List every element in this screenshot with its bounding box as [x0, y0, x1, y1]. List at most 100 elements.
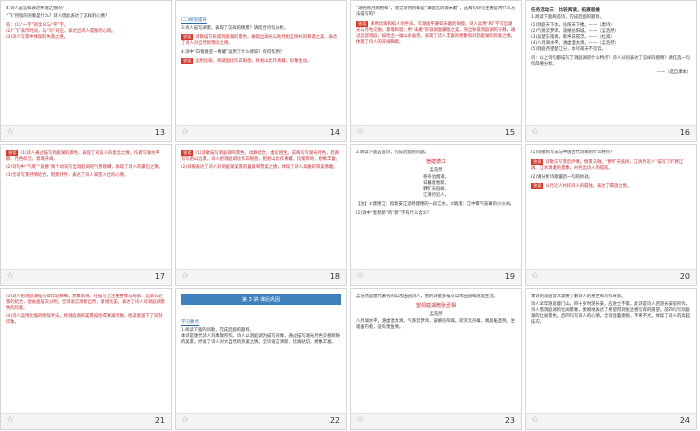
- slide-thumbnail-13[interactable]: 4.诗人是怎样表达失落之感的？ “飞”所指的对象是什么？诗人借此表达了怎样的心情…: [0, 0, 172, 142]
- slide-content: “湖光秋月两相和”，而全诗用的却是“潭面无风镜未磨”，这两句诗句主要是用什么方法…: [356, 6, 516, 123]
- slide-thumbnail-21[interactable]: (3)诗人把洞庭湖描写得比较精细，想象新奇。在描写上注重整体与局部、远景与近景的…: [0, 288, 172, 430]
- question-text: “湖光秋月两相和”，而全诗用的却是“潭面无风镜未磨”，这两句诗句主要是用什么方法…: [356, 6, 516, 18]
- slide-footer: ☆ 17: [1, 269, 171, 285]
- slide-number: 20: [679, 272, 690, 281]
- slide-footer: ☆ 16: [526, 125, 696, 141]
- star-icon[interactable]: ☆: [6, 127, 14, 137]
- slide-content: 第 3 讲 课后巩固 学习要点 1.阅读下面的诗歌，完成后面的题目。 本诗是唐代诗…: [181, 294, 341, 411]
- poem-author: 孟浩然: [429, 168, 443, 174]
- slide-content: 2.阅读下面这首诗，完成后面的问题。 宿建德江 孟浩然 移舟泊烟渚， 日暮客愁新。…: [356, 150, 516, 267]
- slide-thumbnail-20[interactable]: (1)诗歌的写法与中国古代诗歌的什么特点？ 答案 诗歌先写景后抒情，情景交融。“野…: [525, 144, 697, 286]
- question-text-2: (2)请分析诗歌最后一句的妙处。: [531, 175, 593, 181]
- answer-text: (3)诗人把洞庭湖描写得比较精细，想象新奇。在描写上注重整体与局部、远景与近景的…: [6, 294, 165, 312]
- slide-footer: ☆ 15: [351, 125, 521, 141]
- question-text: (1)诗歌的写法与中国古代诗歌的什么特点？: [531, 150, 615, 155]
- question-text: 问：以上诗句都描写了洞庭湖的什么特点？诗人分别表达了怎样的感情？请任选一句作简要…: [531, 55, 690, 67]
- answer-text: 答案 (1)诗歌描写洞庭湖的景色，动静结合，虚实相生。前两句写湖光月色，后两句写君…: [181, 150, 340, 163]
- question-body: “飞”所指的对象是什么？诗人借此表达了怎样的心情？: [6, 14, 110, 20]
- slide-content: (1)诗歌的写法与中国古代诗歌的什么特点？ 答案 诗歌先写景后抒情，情景交融。“野…: [531, 150, 691, 267]
- section-banner: 第 3 讲 课后巩固: [181, 294, 341, 305]
- slide-content: 答案 (1)诗歌描写洞庭湖的景色，动静结合，虚实相生。前两句写湖光月色，后两句写君…: [181, 150, 341, 267]
- answer-text-2: 答案 运用比喻，将湖面比作白银盘，将君山比作青螺，形象生动。: [181, 58, 312, 65]
- answer-text: 答案 (1)诗人通过描写洞庭湖的景色，表现了对友人的思念之情。作者写湖水平静、月色…: [6, 150, 160, 163]
- question-text: 3.诗人描写湖景，表现了怎样的情景？请结合诗句分析。: [181, 26, 289, 31]
- section-heading: (二)探究提升: [181, 18, 208, 24]
- question-text-2: (1)诗中“客愁新”的“新”字有什么含义？: [356, 210, 432, 216]
- slide-thumbnail-24[interactable]: 本诗的深层含义需要了解诗人的身世和写作背景。 诗人早年隐居鹿门山，四十岁时游长安…: [525, 288, 697, 430]
- star-icon[interactable]: ☆: [181, 127, 189, 137]
- slide-thumbnail-16[interactable]: 任务活动三 比较阅读，拓展思维 1.阅读下面两首诗，完成后面的题目。 (1)洞庭…: [525, 0, 697, 142]
- answer-text-3: (3)全诗写景抒情结合，借景抒怀，表达了诗人渴望入仕的心情。: [6, 173, 129, 179]
- poem-lines: (1)洞庭天下水，岳阳天下楼。——（唐诗） (2)气蒸云梦泽，波撼岳阳城。——（孟…: [531, 23, 619, 53]
- answer-text-2: (4)诗人运用比喻的修辞手法，将洞庭湖的美景描绘得淋漓尽致，给读者留下了深刻印象…: [6, 314, 163, 326]
- slide-number: 17: [154, 272, 165, 281]
- slide-thumbnail-15[interactable]: “湖光秋月两相和”，而全诗用的却是“潭面无风镜未磨”，这两句诗句主要是用什么方法…: [350, 0, 522, 142]
- poem-body: 移舟泊烟渚， 日暮客愁新。 野旷天低树， 江清月近人。: [423, 175, 449, 199]
- intro-text: 1.阅读下面两首诗，完成后面的题目。: [531, 15, 604, 20]
- star-icon[interactable]: ☆: [531, 271, 539, 281]
- slide-content: 4.诗人是怎样表达失落之感的？ “飞”所指的对象是什么？诗人借此表达了怎样的心情…: [6, 6, 166, 123]
- star-icon[interactable]: ☆: [181, 271, 189, 281]
- slide-number: 22: [329, 416, 340, 425]
- source-text: ——（选自课本）: [656, 69, 691, 75]
- answer-text: 答案 诗歌先写景后抒情，情景交融。“野旷天低树，江清月近人”描写了旷野辽阔、江水清…: [531, 159, 684, 172]
- slide-number: 16: [679, 128, 690, 137]
- question-text: 2.阅读下面这首诗，完成后面的问题。: [356, 150, 429, 155]
- answer-text: 答：(1)“一字”的含义与“平”字。 (2)“飞”表示时间，与“鸟”对应。表达出诗…: [6, 23, 116, 41]
- slide-footer: ☆ 19: [351, 269, 521, 285]
- slide-footer: ☆ 13: [1, 125, 171, 141]
- slide-footer: ☆ 22: [176, 413, 346, 429]
- star-icon[interactable]: ☆: [531, 415, 539, 425]
- slide-footer: ☆ 20: [526, 269, 696, 285]
- slide-number: 19: [504, 272, 515, 281]
- star-icon[interactable]: ☆: [181, 415, 189, 425]
- slide-footer: ☆ 14: [176, 125, 346, 141]
- slide-number: 13: [154, 128, 165, 137]
- star-icon[interactable]: ☆: [6, 271, 14, 281]
- slide-thumbnail-18[interactable]: 答案 (1)诗歌描写洞庭湖的景色，动静结合，虚实相生。前两句写湖光月色，后两句写君…: [175, 144, 347, 286]
- body-text: 本诗的深层含义需要了解诗人的身世和写作背景。: [531, 294, 626, 299]
- answer-text-2: (2)诗歌表达了诗人对洞庭湖美景的喜爱和赞美之情，体现了诗人高雅的审美情趣。: [181, 165, 338, 171]
- star-icon[interactable]: ☆: [356, 271, 364, 281]
- answer-text: 答案 采用比喻和拟人的手法，写湖面平静如未磨的铜镜。诗人运用“和”字写出湖光与月色…: [356, 21, 516, 46]
- answer-label: 答案: [6, 150, 19, 156]
- star-icon[interactable]: ☆: [356, 127, 364, 137]
- slide-sorter-grid: 4.诗人是怎样表达失落之感的？ “飞”所指的对象是什么？诗人借此表达了怎样的心情…: [0, 0, 700, 431]
- body-text-2: 诗人早年隐居鹿门山，四十岁时游长安，应进士不第。此诗是诗人西游长安前所作，诗人借…: [531, 302, 690, 326]
- answer-text-2: (2)诗句中“气蒸”“波撼”两个动词写出洞庭湖的气势磅礴，表现了诗人的豪迈之情。: [6, 165, 163, 171]
- slide-number: 14: [329, 128, 340, 137]
- poem-author: 孟浩然: [429, 312, 443, 318]
- slide-footer: ☆ 21: [1, 413, 171, 429]
- answer-label: 答案: [531, 159, 544, 165]
- question-text-2: 4.诗中“白银盘里一青螺”运用了什么修辞？有何作用？: [181, 50, 285, 56]
- poem-title: 望洞庭湖赠张丞相: [415, 303, 456, 310]
- slide-number: 21: [154, 416, 165, 425]
- answer-label: 答案: [181, 150, 194, 156]
- star-icon[interactable]: ☆: [6, 415, 14, 425]
- notes-text: 【注】①建德江：指新安江流经建德的一段江水。②烟渚：江中雾气笼罩的小沙洲。: [356, 202, 515, 208]
- slide-thumbnail-22[interactable]: 第 3 讲 课后巩固 学习要点 1.阅读下面的诗歌，完成后面的题目。 本诗是唐代诗…: [175, 288, 347, 430]
- body-text: 1.阅读下面的诗歌，完成后面的题目。 本诗是唐代诗人刘禹锡所作。诗人以洞庭湖为描写…: [181, 328, 340, 346]
- answer-text: 答案 诗歌描写秋夜洞庭湖的景色，展现出湖光与秋月相互映衬的和谐之美，表达了诗人对自…: [181, 34, 338, 47]
- answer-text-2: 答案 以月近人衬托诗人的孤独，表达了羁旅之愁。: [531, 183, 632, 190]
- slide-heading: 任务活动三 比较阅读，拓展思维: [531, 8, 600, 13]
- star-icon[interactable]: ☆: [531, 127, 539, 137]
- question-text: 4.诗人是怎样表达失落之感的？: [6, 6, 66, 11]
- slide-footer: ☆ 18: [176, 269, 346, 285]
- star-icon[interactable]: ☆: [356, 415, 364, 425]
- slide-number: 15: [504, 128, 515, 137]
- slide-content: 答案 (1)诗人通过描写洞庭湖的景色，表现了对友人的思念之情。作者写湖水平静、月色…: [6, 150, 166, 267]
- poem-title: 宿建德江: [425, 159, 446, 166]
- section-heading: 学习要点: [181, 320, 199, 326]
- answer-label: 答案: [531, 183, 544, 189]
- slide-thumbnail-14[interactable]: (二)探究提升 3.诗人描写湖景，表现了怎样的情景？请结合诗句分析。 答案 诗歌描…: [175, 0, 347, 142]
- slide-content: 本诗的深层含义需要了解诗人的身世和写作背景。 诗人早年隐居鹿门山，四十岁时游长安…: [531, 294, 691, 411]
- slide-thumbnail-19[interactable]: 2.阅读下面这首诗，完成后面的问题。 宿建德江 孟浩然 移舟泊烟渚， 日暮客愁新。…: [350, 144, 522, 286]
- answer-label: 答案: [181, 34, 194, 40]
- slide-number: 24: [679, 416, 690, 425]
- slide-footer: ☆ 23: [351, 413, 521, 429]
- slide-thumbnail-23[interactable]: 孟浩然是唐代著名的山水田园诗人，他的诗歌多描写山水田园和隐居生活。 望洞庭湖赠张…: [350, 288, 522, 430]
- slide-number: 18: [329, 272, 340, 281]
- slide-content: 孟浩然是唐代著名的山水田园诗人，他的诗歌多描写山水田园和隐居生活。 望洞庭湖赠张…: [356, 294, 516, 411]
- slide-thumbnail-17[interactable]: 答案 (1)诗人通过描写洞庭湖的景色，表现了对友人的思念之情。作者写湖水平静、月色…: [0, 144, 172, 286]
